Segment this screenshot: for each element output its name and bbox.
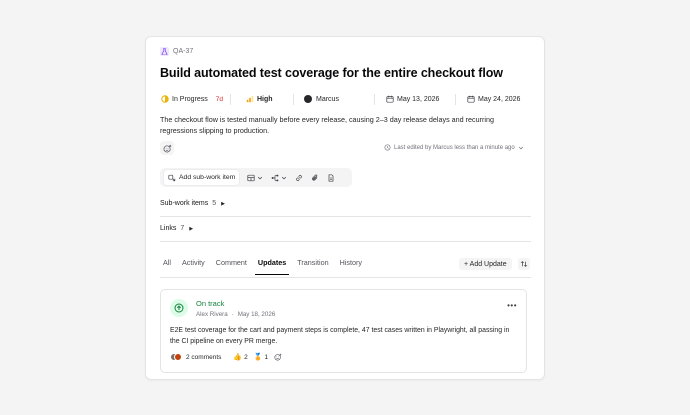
tab-comment[interactable]: Comment (213, 258, 250, 273)
caret-right-icon: ▶ (189, 225, 194, 232)
on-track-icon (170, 299, 188, 317)
sort-icon (520, 261, 528, 267)
link-button[interactable] (291, 170, 307, 185)
in-progress-icon (160, 95, 169, 104)
last-edited[interactable]: Last edited by Marcus less than a minute… (384, 144, 524, 151)
issue-id: QA-37 (173, 48, 194, 55)
links-label: Links (160, 225, 177, 232)
document-button[interactable] (323, 170, 339, 185)
tab-updates[interactable]: Updates (254, 258, 290, 275)
update-date: May 18, 2026 (237, 311, 276, 318)
divider (160, 216, 531, 217)
priority-property[interactable]: High (231, 92, 293, 106)
status-value: In Progress (172, 95, 208, 103)
add-reaction-button[interactable] (274, 353, 282, 361)
add-sub-item-label: Add sub-work item (179, 174, 236, 181)
link-icon (296, 174, 303, 181)
thumbs-up-icon: 👍 (233, 354, 243, 361)
tree-icon (271, 174, 279, 181)
due-date-property[interactable]: May 24, 2026 (456, 92, 520, 106)
assignee-property[interactable]: Marcus (294, 92, 374, 106)
tab-transition[interactable]: Transition (294, 258, 331, 273)
medal-icon: 🏅 (253, 354, 263, 361)
add-reaction-button[interactable] (160, 141, 174, 155)
paperclip-icon (312, 174, 318, 181)
links-section[interactable]: Links 7 ▶ (160, 225, 193, 232)
sub-item-icon (168, 174, 176, 181)
toolbar: Add sub-work item (160, 168, 352, 187)
layout-icon (247, 174, 255, 181)
assignee-value: Marcus (316, 95, 339, 103)
update-body: E2E test coverage for the cart and payme… (170, 327, 510, 345)
chevron-down-icon (518, 146, 523, 149)
page-title[interactable]: Build automated test coverage for the en… (160, 66, 503, 80)
signal-bars-icon (245, 95, 254, 104)
activity-tabs: All Activity Comment Updates Transition … (160, 258, 365, 275)
tab-all[interactable]: All (160, 258, 174, 273)
caret-right-icon: ▶ (221, 200, 225, 207)
start-date-value: May 13, 2026 (397, 95, 440, 103)
property-bar: In Progress 7d High Marcus May 13, 2026 (160, 92, 532, 106)
comments-link[interactable]: 2 comments (186, 354, 221, 361)
update-footer: 2 comments 👍 2 🏅 1 (170, 353, 282, 361)
history-icon (384, 144, 391, 151)
status-property[interactable]: In Progress 7d (160, 92, 230, 106)
smile-plus-icon (274, 353, 282, 361)
calendar-icon (466, 95, 475, 104)
layout-dropdown[interactable] (243, 170, 267, 185)
links-count: 7 (180, 225, 185, 232)
test-tube-icon (160, 47, 169, 56)
update-card: On track Alex Rivera · May 18, 2026 ••• … (160, 289, 527, 373)
document-icon (328, 173, 334, 182)
last-edited-text: Last edited by Marcus less than a minute… (394, 144, 515, 151)
relations-dropdown[interactable] (267, 170, 291, 185)
dot-separator: · (231, 311, 234, 318)
more-options-icon[interactable]: ••• (507, 301, 517, 310)
attach-button[interactable] (307, 170, 323, 185)
divider (160, 241, 531, 242)
reaction-thumbs-up[interactable]: 👍 2 (233, 353, 248, 362)
update-author: Alex Rivera (196, 311, 228, 318)
add-update-button[interactable]: + Add Update (459, 258, 512, 270)
update-status: On track (196, 299, 225, 308)
commenter-avatars (170, 353, 182, 361)
smile-plus-icon (163, 144, 171, 152)
chevron-down-icon (282, 176, 287, 179)
work-item-card: QA-37 Build automated test coverage for … (145, 36, 545, 380)
reaction-count: 1 (264, 353, 269, 361)
sort-button[interactable] (518, 258, 530, 270)
sub-items-label: Sub-work items (160, 200, 209, 207)
reaction-count: 2 (244, 353, 248, 361)
due-date-value: May 24, 2026 (478, 95, 521, 103)
calendar-clock-icon (385, 95, 394, 104)
add-sub-item-button[interactable]: Add sub-work item (164, 170, 240, 185)
reaction-medal[interactable]: 🏅 1 (253, 353, 269, 362)
tab-activity[interactable]: Activity (179, 258, 208, 273)
chevron-down-icon (258, 176, 263, 179)
tab-history[interactable]: History (337, 258, 365, 273)
divider (160, 277, 531, 278)
status-age-badge: 7d (215, 95, 224, 103)
start-date-property[interactable]: May 13, 2026 (375, 92, 455, 106)
avatar (174, 353, 182, 361)
priority-value: High (257, 95, 273, 103)
issue-description[interactable]: The checkout flow is tested manually bef… (160, 114, 520, 136)
update-meta: Alex Rivera · May 18, 2026 (196, 311, 275, 318)
sub-items-count: 5 (212, 200, 217, 207)
issue-id-row[interactable]: QA-37 (160, 47, 193, 56)
avatar (304, 95, 312, 103)
sub-items-section[interactable]: Sub-work items 5 ▶ (160, 200, 225, 207)
